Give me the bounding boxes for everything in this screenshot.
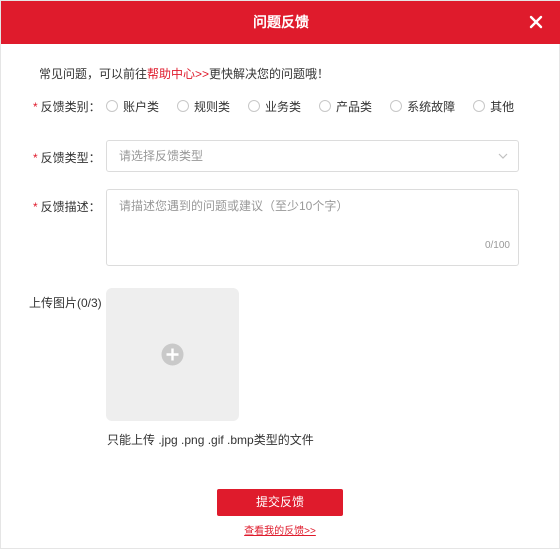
tip-suffix: 更快解决您的问题哦！ [209, 67, 330, 81]
plus-circle-icon [161, 343, 184, 366]
chevron-down-icon [498, 153, 508, 159]
radio-account[interactable]: 账户类 [106, 98, 159, 115]
dialog-header: 问题反馈 [1, 1, 560, 44]
radio-system-fault[interactable]: 系统故障 [390, 98, 455, 115]
radio-circle[interactable] [177, 100, 190, 112]
category-label-text: 反馈类别： [40, 100, 101, 114]
required-mark: * [33, 151, 38, 165]
radio-label: 规则类 [194, 99, 231, 114]
category-radio-group: 账户类 规则类 业务类 产品类 系统故障 其他 [106, 98, 532, 114]
required-mark: * [33, 200, 38, 214]
tip-prefix: 常见问题，可以前往 [39, 67, 148, 81]
select-placeholder: 请选择反馈类型 [119, 149, 204, 163]
category-label: * 反馈类别： [33, 98, 101, 115]
radio-circle[interactable] [319, 100, 332, 112]
radio-label: 其他 [490, 99, 515, 114]
type-label-text: 反馈类型： [40, 151, 101, 165]
radio-label: 系统故障 [407, 99, 456, 114]
radio-circle[interactable] [473, 100, 486, 112]
radio-other[interactable]: 其他 [473, 98, 514, 115]
help-center-link[interactable]: 帮助中心>> [147, 67, 209, 81]
radio-circle[interactable] [390, 100, 403, 112]
radio-label: 产品类 [336, 99, 373, 114]
radio-product[interactable]: 产品类 [319, 98, 372, 115]
image-upload-box[interactable] [106, 288, 239, 421]
feedback-type-select[interactable]: 请选择反馈类型 [106, 140, 519, 172]
dialog-title: 问题反馈 [253, 14, 309, 30]
desc-label-text: 反馈描述： [40, 200, 101, 214]
radio-rules[interactable]: 规则类 [177, 98, 230, 115]
required-mark: * [33, 100, 38, 114]
radio-label: 业务类 [265, 99, 302, 114]
radio-circle[interactable] [248, 100, 261, 112]
help-tip: 常见问题，可以前往帮助中心>>更快解决您的问题哦！ [39, 65, 329, 82]
upload-label: 上传图片(0/3) [29, 296, 102, 310]
close-icon[interactable] [527, 13, 545, 31]
feedback-dialog: 问题反馈 常见问题，可以前往帮助中心>>更快解决您的问题哦！ * 反馈类别： 账户… [0, 0, 560, 549]
submit-feedback-button[interactable]: 提交反馈 [217, 489, 343, 516]
desc-label: * 反馈描述： [33, 198, 101, 215]
radio-circle[interactable] [106, 100, 118, 112]
view-my-feedback-link[interactable]: 查看我的反馈>> [1, 522, 559, 537]
upload-hint: 只能上传 .jpg .png .gif .bmp类型的文件 [107, 433, 314, 447]
textarea-placeholder: 请描述您遇到的问题或建议（至少10个字） [119, 199, 349, 213]
radio-business[interactable]: 业务类 [248, 98, 301, 115]
feedback-description-textarea[interactable]: 请描述您遇到的问题或建议（至少10个字） 0/100 [106, 189, 519, 266]
type-label: * 反馈类型： [33, 149, 101, 166]
radio-label: 账户类 [123, 99, 160, 114]
char-counter: 0/100 [484, 240, 510, 251]
